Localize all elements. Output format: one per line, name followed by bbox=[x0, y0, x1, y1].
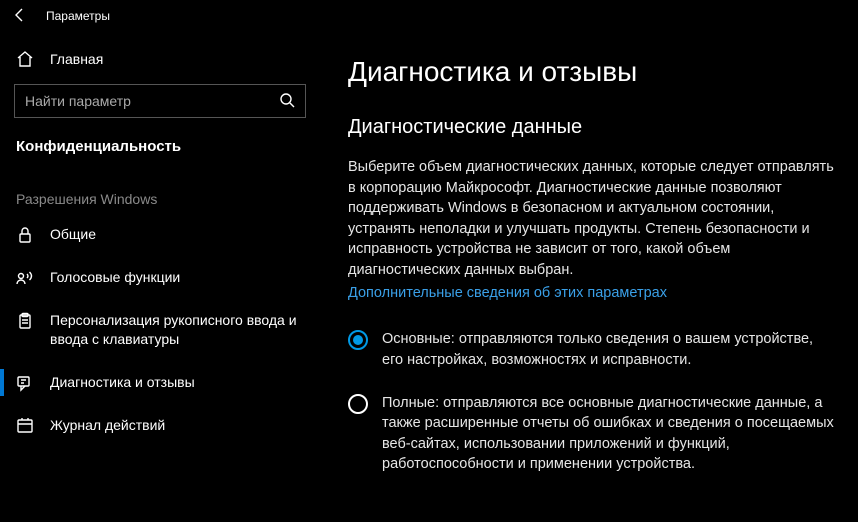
search-input[interactable] bbox=[25, 93, 279, 109]
radio-circle-icon bbox=[348, 394, 368, 414]
page-title: Диагностика и отзывы bbox=[348, 56, 834, 88]
section-title: Диагностические данные bbox=[348, 116, 834, 139]
sidebar-home-label: Главная bbox=[50, 51, 103, 67]
radio-label: Основные: отправляются только сведения о… bbox=[382, 329, 834, 370]
radio-basic[interactable]: Основные: отправляются только сведения о… bbox=[348, 329, 834, 370]
speech-icon bbox=[16, 269, 34, 287]
sidebar-item-label: Общие bbox=[50, 225, 304, 244]
sidebar-item-speech[interactable]: Голосовые функции bbox=[0, 256, 320, 299]
sidebar-category: Конфиденциальность bbox=[0, 124, 320, 161]
sidebar-item-label: Голосовые функции bbox=[50, 268, 304, 287]
sidebar-item-label: Диагностика и отзывы bbox=[50, 373, 304, 392]
sidebar-item-label: Персонализация рукописного ввода и ввода… bbox=[50, 311, 304, 349]
radio-circle-icon bbox=[348, 330, 368, 350]
radio-full[interactable]: Полные: отправляются все основные диагно… bbox=[348, 393, 834, 475]
titlebar: Параметры bbox=[0, 0, 858, 32]
home-icon bbox=[16, 50, 34, 68]
feedback-icon bbox=[16, 374, 34, 392]
sidebar-item-general[interactable]: Общие bbox=[0, 213, 320, 256]
section-description: Выберите объем диагностических данных, к… bbox=[348, 157, 834, 280]
back-button[interactable] bbox=[12, 7, 28, 26]
learn-more-link[interactable]: Дополнительные сведения об этих параметр… bbox=[348, 285, 667, 301]
activity-icon bbox=[16, 417, 34, 435]
sidebar-item-inking[interactable]: Персонализация рукописного ввода и ввода… bbox=[0, 299, 320, 361]
sidebar-section-label: Разрешения Windows bbox=[0, 161, 320, 213]
sidebar-item-activity[interactable]: Журнал действий bbox=[0, 404, 320, 447]
search-box[interactable] bbox=[14, 84, 306, 118]
main-panel: Диагностика и отзывы Диагностические дан… bbox=[320, 32, 858, 522]
sidebar-home[interactable]: Главная bbox=[0, 42, 320, 76]
sidebar-item-label: Журнал действий bbox=[50, 416, 304, 435]
sidebar: Главная Конфиденциальность Разрешения Wi… bbox=[0, 32, 320, 522]
window-title: Параметры bbox=[46, 9, 110, 23]
lock-icon bbox=[16, 226, 34, 244]
radio-label: Полные: отправляются все основные диагно… bbox=[382, 393, 834, 475]
search-icon bbox=[279, 92, 295, 111]
sidebar-item-diagnostics[interactable]: Диагностика и отзывы bbox=[0, 361, 320, 404]
clipboard-icon bbox=[16, 312, 34, 330]
diagnostic-options: Основные: отправляются только сведения о… bbox=[348, 329, 834, 474]
